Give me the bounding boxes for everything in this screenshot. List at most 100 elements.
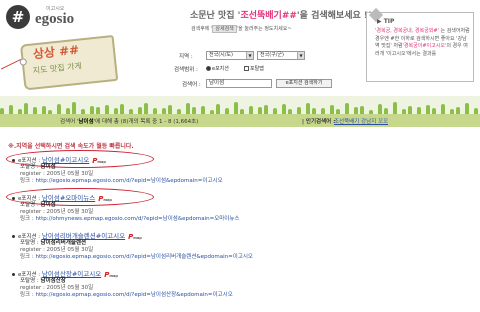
link-label: 링크 : bbox=[20, 254, 34, 260]
chevron-down-icon: ▼ bbox=[246, 52, 253, 59]
grass-blade bbox=[306, 103, 310, 114]
headline-post: '을 검색해보세요 !! bbox=[296, 11, 373, 21]
result-item: e포지션 : 남이섬#오마이뉴스 Pmap 포탈명 : 남이섬 register : … bbox=[6, 188, 472, 230]
scope-check-portalmap[interactable]: 포탈맵 bbox=[244, 65, 264, 72]
pmap-sub: map bbox=[133, 235, 142, 240]
pmap-icon[interactable]: Pmap bbox=[98, 195, 112, 203]
bullet-icon bbox=[12, 159, 15, 162]
grass-blade bbox=[105, 105, 109, 114]
grass-blade bbox=[330, 105, 334, 114]
result-url-link[interactable]: http://egosio.epmap.egosio.com/d/?epid=남… bbox=[35, 178, 222, 184]
grass-blade bbox=[9, 105, 13, 114]
results-header-bar: 검색어 '남이섬'에 대해 총 (8)개의 목록 중 1 - 8 (1,664초… bbox=[0, 114, 480, 127]
logo-hash-icon: # bbox=[6, 5, 30, 29]
tip-box: ▶ TIP '경복궁, 경복궁내, 경복궁외#' 는 검색어처럼 경우엔 #한 … bbox=[366, 7, 474, 82]
grass-blade bbox=[465, 103, 469, 114]
tag-string bbox=[0, 58, 22, 70]
grass-blade bbox=[249, 106, 253, 114]
result-link-row: 링크 : http://egosio.epmap.egosio.com/d/?e… bbox=[20, 290, 233, 298]
egosio-logo[interactable]: # 이고시오 egosio bbox=[2, 3, 102, 33]
grass-blade bbox=[57, 104, 61, 114]
link-label: 링크 : bbox=[20, 216, 34, 222]
headline-term: 조선뚝배기## bbox=[240, 11, 297, 21]
grass-blade bbox=[138, 107, 142, 114]
headline-pre: 소문난 맛집 ' bbox=[190, 11, 241, 21]
grass-decoration bbox=[0, 96, 480, 114]
search-button[interactable]: e포지션 검색하기 bbox=[276, 79, 332, 88]
result-link-row: 링크 : http://egosio.epmap.egosio.com/d/?e… bbox=[20, 176, 223, 184]
subline: 검색후에 ' 상세검색 '을 눌러주는 정도치세요~ bbox=[191, 25, 292, 33]
result-url-link[interactable]: http://egosio.epmap.egosio.com/d/?epid=남… bbox=[35, 254, 253, 260]
search-input[interactable]: 남이섬 bbox=[206, 79, 272, 88]
tip-part-1: '경복궁, 경복궁내, 경복궁외#' bbox=[375, 28, 441, 34]
link-label: 링크 : bbox=[20, 292, 34, 298]
results-list: e포지션 : 남이섬#이고시오 Pmap 포탈명 : 남이섬 register : 2… bbox=[6, 150, 472, 306]
result-link-row: 링크 : http://ohmynews.epmap.egosio.com/d/… bbox=[20, 214, 240, 222]
logo-name: egosio bbox=[35, 11, 75, 27]
tip-title: ▶ TIP bbox=[377, 18, 395, 25]
scope-label: 검색범위 : bbox=[174, 67, 198, 73]
grass-blade bbox=[72, 102, 76, 114]
scope-opt2-label: 포탈맵 bbox=[250, 66, 264, 72]
results-count: 검색어 '남이섬'에 대해 총 (8)개의 목록 중 1 - 8 (1,664초… bbox=[60, 117, 198, 125]
result-link-row: 링크 : http://egosio.epmap.egosio.com/d/?e… bbox=[20, 252, 253, 260]
grass-blade bbox=[192, 107, 196, 114]
count-pre: 검색어 ' bbox=[60, 119, 79, 125]
count-term: 남이섬 bbox=[78, 119, 94, 125]
grass-blade bbox=[417, 107, 421, 114]
grass-blade bbox=[441, 104, 445, 114]
header: # 이고시오 egosio 소문난 맛집 '조선뚝배기##'을 검색해보세요 !… bbox=[0, 0, 480, 96]
region-select-district[interactable]: 전국(구/군) ▼ bbox=[257, 51, 305, 60]
grass-blade bbox=[378, 104, 382, 114]
result-url-link[interactable]: http://egosio.epmap.egosio.com/d/?epid=남… bbox=[35, 292, 232, 298]
grass-blade bbox=[201, 106, 205, 114]
grass-blade bbox=[354, 107, 358, 114]
grass-blade bbox=[297, 107, 301, 114]
grass-blade bbox=[120, 104, 124, 114]
popular-label: | 인기검색어 : bbox=[302, 119, 336, 125]
result-item: e포지션 : 남이섬리버개슬렌션#이고시오 Pmap 포탈명 : 남이섬리버개슬렌션… bbox=[12, 230, 472, 268]
scope-radio-eposition[interactable]: e포지션 bbox=[206, 65, 229, 72]
subline-pre: 검색후에 ' bbox=[191, 26, 213, 32]
query-label: 검색어 : bbox=[182, 82, 201, 88]
grass-blade bbox=[33, 107, 37, 114]
grass-blade bbox=[90, 106, 94, 114]
grass-blade bbox=[186, 103, 190, 114]
grass-blade bbox=[24, 103, 28, 114]
grass-blade bbox=[168, 105, 172, 114]
grass-blade bbox=[393, 102, 397, 114]
pmap-sub: map bbox=[97, 159, 106, 164]
bullet-icon bbox=[12, 273, 15, 276]
grass-blade bbox=[426, 105, 430, 114]
result-url-link[interactable]: http://ohmynews.epmap.egosio.com/d/?epid… bbox=[35, 216, 239, 222]
scope-opt1-label: e포지션 bbox=[212, 66, 229, 72]
grass-blade bbox=[96, 107, 100, 114]
pmap-icon[interactable]: Pmap bbox=[104, 271, 118, 279]
grass-blade bbox=[408, 106, 412, 114]
grass-blade bbox=[345, 103, 349, 114]
region-notice: ※.지역을 선택하시면 검색 속도가 월등 빠릅니다. bbox=[8, 143, 134, 150]
grass-blade bbox=[258, 107, 262, 114]
grass-blade bbox=[234, 102, 238, 114]
pmap-sub: map bbox=[109, 273, 118, 278]
pmap-sub: map bbox=[103, 197, 112, 202]
grass-blade bbox=[282, 104, 286, 114]
headline: 소문난 맛집 '조선뚝배기##'을 검색해보세요 !! bbox=[190, 8, 372, 21]
region-district-value: 전국(구/군) bbox=[260, 52, 284, 58]
result-item: e포지션 : 남이섬산장#이고시오 Pmap 포탈명 : 남이섬산장 register… bbox=[12, 268, 472, 306]
detail-search-chip[interactable]: 상세검색 bbox=[212, 25, 237, 33]
pmap-icon[interactable]: Pmap bbox=[128, 233, 142, 241]
tip-part-3: '경복궁이#이고시오' bbox=[402, 43, 447, 49]
region-province-value: 전국(시/도) bbox=[209, 52, 233, 58]
bullet-icon bbox=[12, 235, 15, 238]
popular-keywords-link[interactable]: 조선뚝배기 강남지 꼬꼬 bbox=[334, 117, 388, 125]
map-tag-illustration: 상상 ## 지도 맛집 가게 bbox=[0, 31, 121, 94]
grass-blade bbox=[144, 103, 148, 114]
region-select-province[interactable]: 전국(시/도) ▼ bbox=[206, 51, 254, 60]
grass-blade bbox=[42, 106, 46, 114]
grass-blade bbox=[264, 105, 268, 114]
chevron-down-icon: ▼ bbox=[297, 52, 304, 59]
region-label: 지역 : bbox=[179, 54, 193, 60]
pmap-icon[interactable]: Pmap bbox=[92, 157, 106, 165]
checkbox-icon bbox=[244, 66, 249, 71]
